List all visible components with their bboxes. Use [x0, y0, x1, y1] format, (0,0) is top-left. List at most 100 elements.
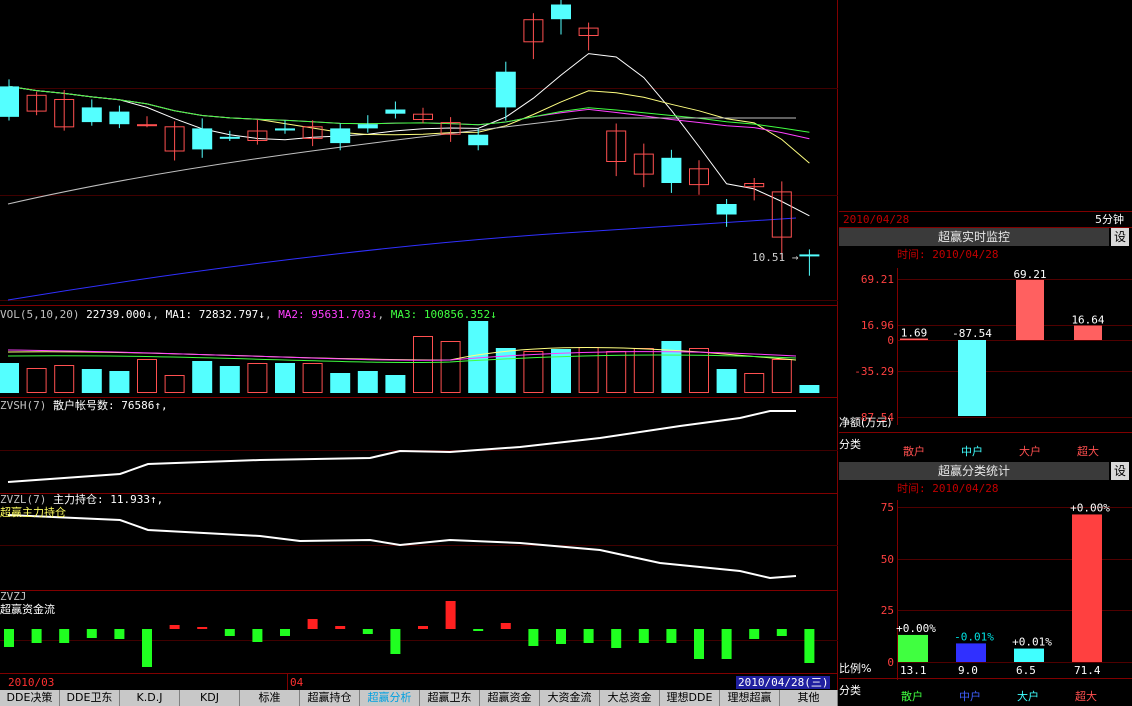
tab-9[interactable]: 大资金流: [540, 690, 600, 706]
flow-bar: [694, 629, 704, 659]
tab-10[interactable]: 大总资金: [600, 690, 660, 706]
candle-body: [716, 204, 737, 215]
monitor-time: 时间: 2010/04/28: [897, 248, 999, 261]
tab-3[interactable]: KDJ: [180, 690, 240, 706]
tab-11[interactable]: 理想DDE: [660, 690, 720, 706]
volume-bar: [0, 363, 19, 393]
stats-bar-0: [898, 634, 928, 662]
volume-bar: [164, 375, 185, 393]
flow-bar: [224, 629, 235, 636]
right-panel: 69.21 16.96 0 -35.29 -87.54 1.69 散户 -87.54 中户 69.…: [839, 0, 1132, 706]
stats-bar-value: 6.5: [1016, 664, 1036, 677]
indicator-tab-bar: DDE决策 DDE卫东 K.D.J KDJ 标准 超赢持仓 超赢分析 超赢卫东 超赢资金 大资金流…: [0, 690, 838, 706]
kline-chart-area[interactable]: 10.51 → VOL(5,10,20) 22739.000↓, MA1: 72…: [0, 0, 838, 690]
flow-bar: [638, 629, 649, 643]
stats-bar-change: +0.00%: [1070, 501, 1110, 514]
stats-time: 时间: 2010/04/28: [897, 482, 999, 495]
monitor-bar-3: [1074, 325, 1102, 340]
tab-1[interactable]: DDE卫东: [60, 690, 120, 706]
right-panel-canvas: 69.2116.960-35.29-87.541.69散户-87.54中户69.…: [839, 211, 1132, 703]
volume-bar: [771, 359, 792, 393]
tab-4[interactable]: 标准: [240, 690, 300, 706]
volume-bar: [54, 365, 75, 393]
period-label: 5分钟: [1095, 213, 1124, 226]
flow-bar: [169, 625, 180, 629]
flow-bar: [776, 629, 787, 636]
zvzj-subtitle: 超赢资金流: [0, 603, 55, 616]
tab-6[interactable]: 超赢分析: [360, 690, 420, 706]
tab-0[interactable]: DDE决策: [0, 690, 60, 706]
candle-body: [0, 86, 19, 117]
stats-category-0: 散户: [901, 689, 923, 703]
volume-bar: [716, 369, 737, 393]
flow-bar: [390, 629, 401, 654]
zvzl-legend: ZVZL(7) 主力持仓: 11.933↑,: [0, 493, 164, 506]
flow-bar: [749, 629, 760, 639]
candle-body: [495, 71, 516, 108]
volume-bar: [330, 373, 351, 393]
tab-7[interactable]: 超赢卫东: [420, 690, 480, 706]
monitor-axis-label: -35.29: [854, 365, 894, 378]
monitor-axis-label: 0: [887, 334, 894, 347]
stats-bar-value: 71.4: [1074, 664, 1101, 677]
stats-settings-button[interactable]: 设: [1111, 462, 1129, 480]
volume-bar: [81, 369, 102, 393]
tab-12[interactable]: 理想超赢: [720, 690, 780, 706]
monitor-bar-2: [1016, 279, 1044, 340]
vol-legend: VOL(5,10,20) 22739.000↓, MA1: 72832.797↓…: [0, 308, 497, 321]
volume-bar: [440, 341, 461, 393]
stats-bar-value: 13.1: [900, 664, 927, 677]
flow-bar: [59, 629, 70, 643]
flow-bar: [611, 629, 622, 648]
stats-bar-change: +0.01%: [1012, 636, 1052, 649]
stats-category-2: 大户: [1017, 689, 1039, 703]
flow-bar: [721, 629, 732, 659]
flow-bar: [86, 629, 97, 638]
monitor-bar-value: 16.64: [1071, 314, 1104, 327]
volume-bar: [413, 336, 433, 393]
tab-13[interactable]: 其他: [780, 690, 838, 706]
flow-bar: [418, 626, 428, 629]
volume-bar: [219, 366, 240, 393]
flow-bar: [335, 626, 346, 629]
candle-body: [661, 157, 682, 183]
monitor-bar-1: [958, 340, 986, 416]
flow-bar: [114, 629, 125, 639]
candle-body: [799, 254, 820, 257]
candle-body: [275, 128, 295, 131]
stats-axis-label: 25: [881, 604, 894, 617]
flow-bar: [666, 629, 677, 643]
stats-ratio-label: 比例%: [839, 662, 872, 675]
stats-title: 超赢分类统计: [839, 462, 1109, 480]
candle-body: [468, 134, 489, 146]
volume-bar: [551, 349, 571, 393]
monitor-category-3: 超大: [1077, 444, 1099, 458]
flow-bar: [804, 629, 815, 663]
volume-bar: [799, 385, 820, 393]
ma120-line: [7, 217, 797, 301]
tab-8[interactable]: 超赢资金: [480, 690, 540, 706]
ma30-line: [8, 85, 810, 133]
flow-bar: [473, 629, 484, 631]
flow-bar: [556, 629, 566, 644]
stats-bar-change: +0.00%: [896, 622, 936, 635]
monitor-category-label: 分类: [839, 438, 861, 451]
flow-bar: [500, 623, 511, 629]
candle-body: [357, 124, 378, 129]
flow-bar: [31, 629, 42, 643]
xaxis-left-date: 2010/03: [8, 676, 55, 689]
volume-bar: [26, 368, 47, 393]
volume-bar: [495, 348, 516, 393]
stats-axis-label: 50: [881, 553, 894, 566]
xaxis-cursor-date: 2010/04/28(三): [736, 676, 831, 689]
tab-5[interactable]: 超赢持仓: [300, 690, 360, 706]
stats-axis-label: 75: [881, 501, 894, 514]
monitor-category-1: 中户: [961, 444, 983, 458]
monitor-axis-label: 69.21: [861, 273, 894, 286]
monitor-bar-value: -87.54: [952, 327, 992, 340]
stats-bar-change: -0.01%: [954, 630, 994, 643]
tab-2[interactable]: K.D.J: [120, 690, 180, 706]
monitor-bar-value: 69.21: [1013, 268, 1046, 281]
flow-bar: [4, 629, 14, 647]
monitor-settings-button[interactable]: 设: [1111, 228, 1129, 246]
